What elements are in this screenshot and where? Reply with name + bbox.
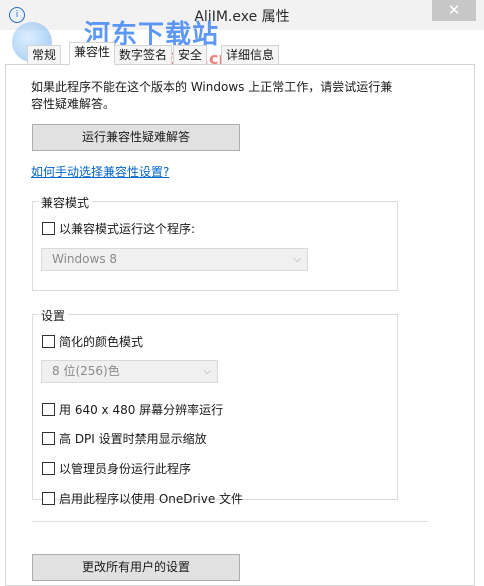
chevron-down-icon: ⌵ bbox=[203, 366, 211, 377]
close-button[interactable]: ✕ bbox=[432, 0, 476, 21]
tab-general[interactable]: 常规 bbox=[27, 45, 62, 64]
onedrive-row[interactable]: 启用此程序以使用 OneDrive 文件 bbox=[42, 490, 243, 507]
tab-security[interactable]: 安全 bbox=[173, 45, 208, 64]
admin-label: 以管理员身份运行此程序 bbox=[59, 462, 192, 476]
dpi-label: 高 DPI 设置时禁用显示缩放 bbox=[59, 432, 207, 446]
description-line-2: 容性疑难解答。 bbox=[31, 97, 116, 111]
admin-row[interactable]: 以管理员身份运行此程序 bbox=[42, 460, 191, 477]
chevron-down-icon: ⌵ bbox=[293, 254, 301, 265]
run-troubleshooter-button[interactable]: 运行兼容性疑难解答 bbox=[32, 124, 240, 151]
window-title: AliIM.exe 属性 bbox=[194, 9, 290, 25]
onedrive-label: 启用此程序以使用 OneDrive 文件 bbox=[59, 492, 244, 506]
change-all-users-button[interactable]: 更改所有用户的设置 bbox=[32, 554, 240, 581]
compat-mode-checkbox-row[interactable]: 以兼容模式运行这个程序: bbox=[42, 220, 195, 237]
dpi-checkbox[interactable] bbox=[42, 432, 55, 445]
compat-description: 如果此程序不能在这个版本的 Windows 上正常工作，请尝试运行兼 容性疑难解… bbox=[31, 79, 411, 113]
tab-compatibility[interactable]: 兼容性 bbox=[69, 42, 116, 65]
reduced-color-label: 简化的颜色模式 bbox=[59, 335, 144, 349]
compat-mode-group-label: 兼容模式 bbox=[38, 194, 93, 211]
os-version-select-value: Windows 8 bbox=[52, 252, 118, 266]
color-depth-select[interactable]: 8 位(256)色 ⌵ bbox=[41, 360, 218, 383]
resolution-checkbox[interactable] bbox=[42, 403, 55, 416]
onedrive-checkbox[interactable] bbox=[42, 492, 55, 505]
tab-strip: 常规 兼容性 数字签名 安全 详细信息 bbox=[5, 42, 479, 65]
dpi-row[interactable]: 高 DPI 设置时禁用显示缩放 bbox=[42, 430, 207, 447]
reduced-color-checkbox[interactable] bbox=[42, 335, 55, 348]
admin-checkbox[interactable] bbox=[42, 462, 55, 475]
color-depth-select-value: 8 位(256)色 bbox=[52, 364, 120, 378]
os-version-select[interactable]: Windows 8 ⌵ bbox=[41, 248, 308, 271]
divider bbox=[32, 521, 428, 522]
reduced-color-row[interactable]: 简化的颜色模式 bbox=[42, 333, 143, 350]
compat-mode-checkbox[interactable] bbox=[42, 222, 55, 235]
title-bar: i AliIM.exe 属性 ✕ bbox=[0, 0, 484, 30]
resolution-label: 用 640 x 480 屏幕分辨率运行 bbox=[59, 403, 224, 417]
resolution-row[interactable]: 用 640 x 480 屏幕分辨率运行 bbox=[42, 401, 223, 418]
manual-settings-link[interactable]: 如何手动选择兼容性设置? bbox=[31, 163, 169, 180]
compat-mode-group bbox=[32, 201, 398, 291]
tab-digital-signatures[interactable]: 数字签名 bbox=[114, 45, 173, 64]
description-line-1: 如果此程序不能在这个版本的 Windows 上正常工作，请尝试运行兼 bbox=[31, 80, 393, 94]
settings-group-label: 设置 bbox=[38, 307, 69, 324]
compat-mode-checkbox-label: 以兼容模式运行这个程序: bbox=[59, 222, 196, 236]
tab-details[interactable]: 详细信息 bbox=[221, 45, 280, 64]
